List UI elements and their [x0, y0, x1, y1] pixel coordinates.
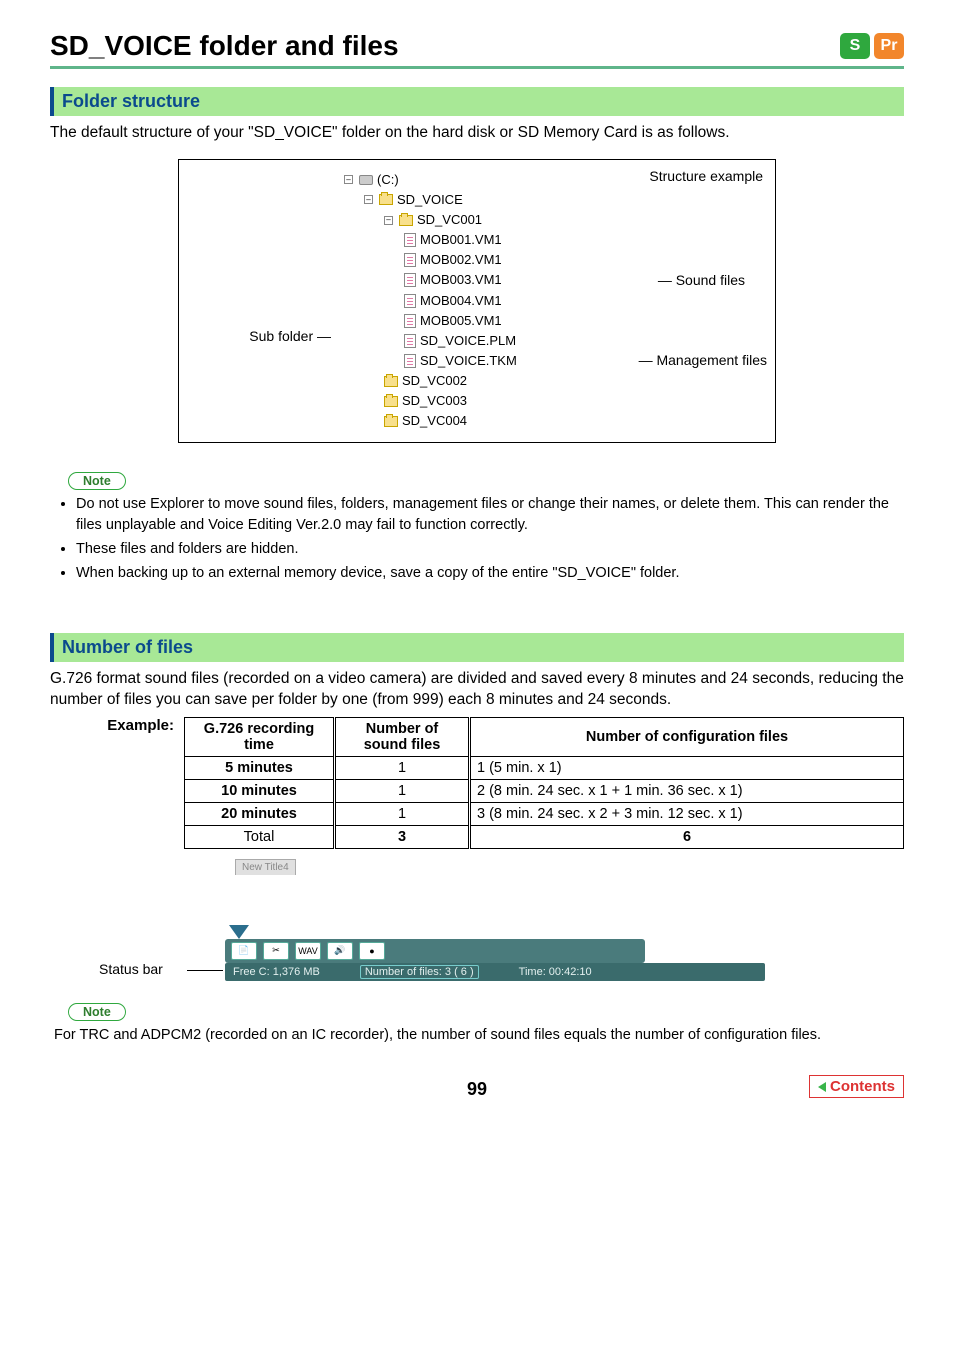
folder-icon	[384, 396, 398, 407]
tree-file: MOB004.VM1	[420, 291, 502, 311]
toolbar-illustration: 📄 ✂ WAV 🔊 ●	[225, 939, 645, 963]
status-bar-illustration: New Title4 📄 ✂ WAV 🔊 ● Free C: 1,376 MB …	[195, 857, 755, 981]
badge-pr: Pr	[874, 33, 904, 59]
badge-s: S	[840, 33, 870, 59]
mgmt-files-label: — Management files	[639, 352, 767, 368]
files-table: G.726 recording time Number of sound fil…	[184, 717, 904, 849]
table-header: G.726 recording time	[185, 717, 335, 756]
sound-files-label: — Sound files	[658, 272, 745, 288]
tree-extra: SD_VC002	[402, 371, 467, 391]
status-tab: New Title4	[235, 859, 296, 875]
note-item: When backing up to an external memory de…	[76, 563, 904, 584]
table-row: 5 minutes 1 1 (5 min. x 1)	[185, 756, 904, 779]
toolbar-icon: ✂	[263, 942, 289, 960]
toolbar-icon: 📄	[231, 942, 257, 960]
note-item: These files and folders are hidden.	[76, 539, 904, 560]
tree-drive: (C:)	[377, 170, 399, 190]
toolbar-wav-icon: WAV	[295, 942, 321, 960]
table-row: 10 minutes 1 2 (8 min. 24 sec. x 1 + 1 m…	[185, 779, 904, 802]
section-heading-folder-structure: Folder structure	[50, 87, 904, 116]
file-icon	[404, 334, 416, 348]
intro-text-2: G.726 format sound files (recorded on a …	[50, 668, 904, 711]
page-number: 99	[467, 1079, 487, 1099]
note-item: Do not use Explorer to move sound files,…	[76, 494, 904, 536]
tree-extra: SD_VC003	[402, 391, 467, 411]
folder-icon	[384, 416, 398, 427]
note-label: Note	[68, 472, 126, 490]
contents-label: Contents	[830, 1078, 895, 1095]
toolbar-icon: ●	[359, 942, 385, 960]
arrow-down-icon	[229, 925, 249, 939]
file-icon	[404, 233, 416, 247]
tree-extra: SD_VC004	[402, 411, 467, 431]
tree-file: MOB003.VM1	[420, 270, 502, 290]
file-icon	[404, 354, 416, 368]
tree-mgmt-file: SD_VOICE.PLM	[420, 331, 516, 351]
file-icon	[404, 253, 416, 267]
tree-diagram: Structure example Sub folder — — Sound f…	[178, 159, 776, 443]
note-text: For TRC and ADPCM2 (recorded on an IC re…	[54, 1025, 904, 1045]
status-number-of-files: Number of files: 3 ( 6 )	[360, 965, 479, 979]
tree-file: MOB002.VM1	[420, 250, 502, 270]
tree-file: MOB001.VM1	[420, 230, 502, 250]
file-icon	[404, 294, 416, 308]
table-row: 20 minutes 1 3 (8 min. 24 sec. x 2 + 3 m…	[185, 802, 904, 825]
file-icon	[404, 314, 416, 328]
table-header: Number of sound files	[335, 717, 470, 756]
example-label: Example:	[50, 717, 184, 734]
tree-mgmt-file: SD_VOICE.TKM	[420, 351, 517, 371]
note-label: Note	[68, 1003, 126, 1021]
file-icon	[404, 273, 416, 287]
status-time: Time: 00:42:10	[519, 966, 592, 978]
folder-icon	[379, 194, 393, 205]
tree-sub1: SD_VC001	[417, 210, 482, 230]
folder-icon	[399, 215, 413, 226]
drive-icon	[359, 175, 373, 185]
tree-file: MOB005.VM1	[420, 311, 502, 331]
contents-link[interactable]: Contents	[809, 1075, 904, 1098]
table-row-total: Total 3 6	[185, 825, 904, 848]
folder-icon	[384, 376, 398, 387]
intro-text-1: The default structure of your "SD_VOICE"…	[50, 122, 904, 144]
status-free: Free C: 1,376 MB	[233, 966, 320, 978]
triangle-icon	[818, 1082, 826, 1092]
structure-example-label: Structure example	[649, 168, 763, 184]
tree-root: SD_VOICE	[397, 190, 463, 210]
page-title: SD_VOICE folder and files	[50, 30, 399, 62]
table-header: Number of configuration files	[470, 717, 904, 756]
status-bar-label: Status bar	[99, 961, 163, 977]
subfolder-label: Sub folder —	[191, 328, 331, 344]
section-heading-number-of-files: Number of files	[50, 633, 904, 662]
toolbar-icon: 🔊	[327, 942, 353, 960]
